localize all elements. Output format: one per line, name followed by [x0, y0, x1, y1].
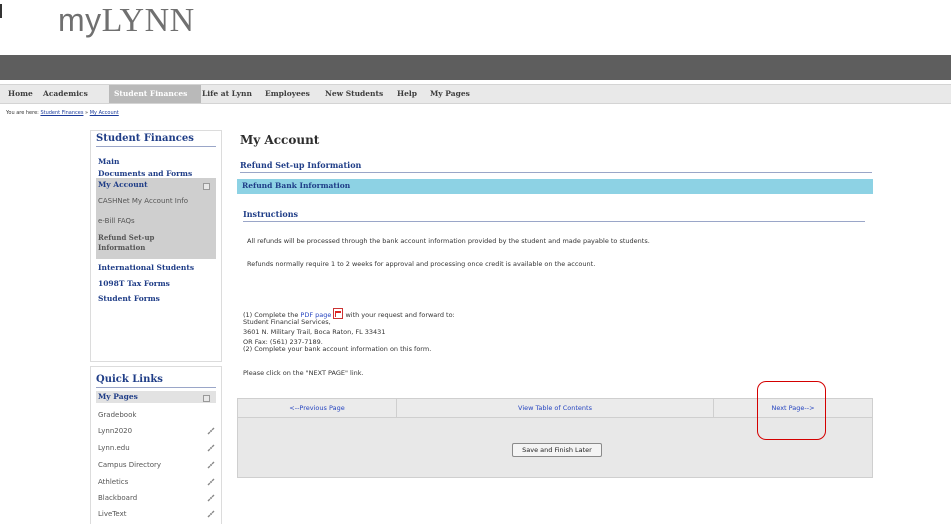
sidebar-item-cashnet[interactable]: CASHNet My Account Info [98, 197, 188, 205]
quick-links-title: Quick Links [96, 374, 216, 388]
next-page-highlight [757, 381, 826, 440]
quick-link-lynn2020[interactable]: Lynn2020 [98, 427, 132, 435]
breadcrumb: You are here: Student Finances » My Acco… [6, 110, 119, 116]
nav-new-students[interactable]: New Students [320, 85, 388, 103]
main-nav: Home Academics Student Finances Life at … [0, 84, 951, 104]
sidebar-item-international[interactable]: International Students [98, 263, 194, 272]
quick-links-panel: Quick Links My Pages Gradebook Lynn2020 … [90, 366, 222, 524]
breadcrumb-student-finances[interactable]: Student Finances [40, 110, 83, 116]
refund-line-2: Information [98, 243, 146, 252]
section-heading: Refund Set-up Information [240, 160, 872, 173]
sidebar-title: Student Finances [96, 133, 216, 147]
nav-academics[interactable]: Academics [38, 85, 93, 103]
mailing-address: Student Financial Services, 3601 N. Mili… [243, 317, 385, 347]
refund-bank-info-label: Refund Bank Information [242, 181, 351, 190]
logo-caps: LYNN [101, 2, 195, 39]
sidebar-item-ebill[interactable]: e-Bill FAQs [98, 217, 135, 225]
quick-link-blackboard[interactable]: Blackboard [98, 494, 137, 502]
nav-life-at-lynn[interactable]: Life at Lynn [197, 85, 257, 103]
nav-student-finances[interactable]: Student Finances [109, 85, 201, 103]
collapse-icon[interactable] [203, 183, 210, 190]
instruction-paragraph-1: All refunds will be processed through th… [247, 237, 650, 245]
nav-help[interactable]: Help [392, 85, 422, 103]
sidebar: Student Finances Main Documents and Form… [90, 130, 222, 362]
window-edge-mark [0, 4, 2, 18]
nav-my-pages[interactable]: My Pages [425, 85, 475, 103]
table-of-contents-link[interactable]: View Table of Contents [397, 399, 714, 417]
collapse-icon[interactable] [203, 395, 210, 402]
quick-link-athletics[interactable]: Athletics [98, 478, 128, 486]
step-2-line: (2) Complete your bank account informati… [243, 345, 432, 353]
nav-home[interactable]: Home [3, 85, 38, 103]
mylynn-logo[interactable]: myLYNN [58, 2, 195, 40]
quick-link-gradebook[interactable]: Gradebook [98, 411, 136, 419]
next-page-instruction: Please click on the "NEXT PAGE" link. [243, 369, 364, 377]
logo-prefix: my [58, 2, 102, 38]
nav-employees[interactable]: Employees [260, 85, 315, 103]
address-line-2: 3601 N. Military Trail, Boca Raton, FL 3… [243, 328, 386, 336]
external-link-icon [207, 427, 215, 435]
refund-line-1: Refund Set-up [98, 233, 155, 242]
external-link-icon [207, 444, 215, 452]
quick-link-my-pages[interactable]: My Pages [98, 392, 138, 401]
sidebar-item-documents[interactable]: Documents and Forms [98, 169, 192, 178]
external-link-icon [207, 461, 215, 469]
quick-link-livetext[interactable]: LiveText [98, 510, 126, 518]
breadcrumb-prefix: You are here: [6, 110, 39, 116]
sidebar-item-student-forms[interactable]: Student Forms [98, 294, 160, 303]
header-banner [0, 55, 951, 80]
sidebar-item-main[interactable]: Main [98, 157, 119, 166]
sidebar-item-my-account[interactable]: My Account [98, 180, 148, 189]
instruction-paragraph-2: Refunds normally require 1 to 2 weeks fo… [247, 260, 596, 268]
instructions-heading: Instructions [243, 209, 865, 222]
previous-page-link[interactable]: <--Previous Page [238, 399, 397, 417]
quick-link-lynn-edu[interactable]: Lynn.edu [98, 444, 130, 452]
breadcrumb-my-account[interactable]: My Account [90, 110, 119, 116]
sidebar-item-1098t[interactable]: 1098T Tax Forms [98, 279, 170, 288]
external-link-icon [207, 494, 215, 502]
breadcrumb-separator: » [85, 110, 89, 116]
quick-link-campus-directory[interactable]: Campus Directory [98, 461, 161, 469]
address-line-1: Student Financial Services, [243, 318, 331, 326]
page-title: My Account [240, 133, 320, 147]
external-link-icon [207, 478, 215, 486]
sidebar-item-refund[interactable]: Refund Set-up Information [98, 233, 154, 253]
external-link-icon [207, 510, 215, 518]
save-and-finish-later-button[interactable]: Save and Finish Later [512, 443, 602, 457]
refund-bank-info-bar: Refund Bank Information [237, 179, 873, 194]
